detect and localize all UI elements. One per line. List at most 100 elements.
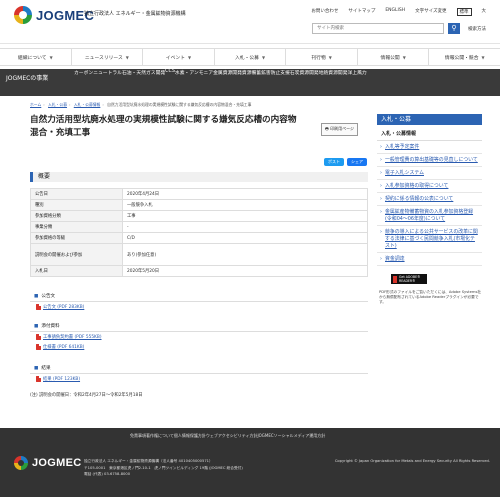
page-title: 自然力活用型坑廃水処理の実規模性試験に関する嫌気反応槽の内容物混合・充填工事 bbox=[30, 115, 297, 138]
business-link[interactable]: CCS bbox=[165, 69, 175, 76]
breadcrumb-sep: › bbox=[102, 102, 104, 107]
sidebar-item[interactable]: 資金調達 bbox=[377, 253, 482, 266]
breadcrumb-sep: › bbox=[43, 102, 45, 107]
print-button[interactable]: 🖶 印刷用ページ bbox=[321, 123, 358, 136]
bullet-icon: ■ bbox=[34, 294, 39, 299]
business-link[interactable]: カーボンニュートラル bbox=[74, 69, 122, 76]
logo-mark-icon bbox=[14, 456, 28, 470]
font-size-label: 文字サイズ変更 bbox=[415, 9, 447, 14]
magnifier-icon: ⚲ bbox=[451, 24, 457, 32]
table-row: 参加資格分類 工事 bbox=[30, 210, 368, 222]
business-link[interactable]: 水素・アンモニア bbox=[175, 69, 213, 76]
attachments-heading: ■ 添付資料 bbox=[30, 322, 368, 332]
reader-note: PDF形式のファイルをご覧いただくには、Adobe Systems社から無償配布… bbox=[379, 290, 482, 304]
font-size-standard[interactable]: 標準 bbox=[456, 8, 472, 16]
chevron-down-icon: ▼ bbox=[188, 55, 192, 60]
breadcrumb-home[interactable]: ホーム bbox=[30, 102, 41, 107]
sidebar-item[interactable]: 競争の導入による公共サービスの改革に関する法律に基づく民間競争入札(市場化テスト… bbox=[377, 226, 482, 253]
chevron-down-icon: ▼ bbox=[328, 55, 332, 60]
business-link[interactable]: 地熱資源開発 bbox=[319, 69, 348, 76]
chevron-down-icon: ▼ bbox=[402, 55, 406, 60]
table-row: 種別 一般競争入札 bbox=[30, 199, 368, 211]
sidebar-subheading[interactable]: 入札・公募情報 bbox=[377, 125, 482, 141]
business-link[interactable]: 金属資源開発 bbox=[213, 69, 242, 76]
sidebar-item[interactable]: 金属鉱産物備蓄物資の入札参加資格登録(令和04〜06年度)について bbox=[377, 206, 482, 226]
business-link[interactable]: 石炭資源開発 bbox=[290, 69, 319, 76]
utility-links: お問い合わせ サイトマップ ENGLISH 文字サイズ変更 標準 大 bbox=[311, 8, 486, 16]
chevron-down-icon: ▼ bbox=[481, 55, 485, 60]
sidebar-heading[interactable]: 入札・公募 bbox=[377, 114, 482, 125]
site-header: JOGMEC 独立行政法人 エネルギー・金属鉱物資源機構 お問い合わせ サイトマ… bbox=[0, 0, 500, 44]
gnav-disclosure[interactable]: 情報公開 ▼ bbox=[358, 49, 430, 65]
bullet-icon: ■ bbox=[34, 324, 39, 329]
facebook-share-button[interactable]: シェア bbox=[347, 158, 367, 166]
footer-link[interactable]: 著作権について bbox=[146, 433, 174, 439]
gnav-news[interactable]: ニュースリリース ▼ bbox=[72, 49, 144, 65]
sidebar: 入札・公募 入札・公募情報 入札等予定案件 一般管理費の算出基礎等の見直しについ… bbox=[377, 114, 482, 305]
search-input[interactable] bbox=[312, 23, 444, 34]
chevron-down-icon: ▼ bbox=[49, 55, 53, 60]
breadcrumb-bid-info[interactable]: 入札・公募情報 bbox=[74, 102, 101, 107]
gnav-competition[interactable]: 情報公開・競合 ▼ bbox=[429, 49, 500, 65]
global-nav: 組織について ▼ ニュースリリース ▼ イベント ▼ 入札・公募 ▼ 刊行物 ▼ 情報公開… bbox=[0, 48, 500, 66]
business-link[interactable]: 洋上風力 bbox=[348, 69, 367, 76]
sitemap-link[interactable]: サイトマップ bbox=[348, 8, 375, 16]
footer-logo[interactable]: JOGMEC bbox=[14, 456, 81, 470]
copyright: Copyright © Japan Organization for Metal… bbox=[334, 459, 490, 463]
pdf-icon bbox=[36, 304, 41, 310]
site-logo[interactable]: JOGMEC bbox=[14, 6, 94, 24]
business-link[interactable]: 鉱害防止支援 bbox=[261, 69, 290, 76]
note-text: (注) 説明会の開催日：令和2年4月27日～令和2年5月18日 bbox=[30, 393, 143, 398]
search-row: ⚲ 検索方法 bbox=[312, 23, 486, 34]
table-row: 参加資格の等級 C/D bbox=[30, 232, 368, 244]
footer-links: 免責事項 著作権について 個人情報保護方針 ウェブアクセシビリティ方針 JOGM… bbox=[130, 433, 325, 439]
search-button[interactable]: ⚲ bbox=[448, 23, 460, 34]
breadcrumb: ホーム › 入札・公募 › 入札・公募情報 › 自然力活用型坑廃水処理の実規模性試験に… bbox=[30, 102, 251, 108]
org-name: 独立行政法人 エネルギー・金属鉱物資源機構 bbox=[84, 11, 186, 17]
pdf-icon bbox=[36, 376, 41, 382]
sidebar-item[interactable]: 入札参加資格の取得について bbox=[377, 180, 482, 193]
business-link[interactable]: 資源備蓄 bbox=[242, 69, 261, 76]
business-link[interactable]: 石油・天然ガス開発 bbox=[122, 69, 165, 76]
footer-link[interactable]: JOGMECソーシャルメディア運用方針 bbox=[257, 433, 325, 439]
business-nav-links: カーボンニュートラル 石油・天然ガス開発 CCS 水素・アンモニア 金属資源開発… bbox=[74, 69, 500, 96]
adobe-reader-icon bbox=[393, 275, 398, 283]
x-post-button[interactable]: ポスト bbox=[324, 158, 344, 166]
logo-mark-icon bbox=[14, 6, 32, 24]
pdf-icon bbox=[36, 334, 41, 340]
contract-file-link[interactable]: 工事請負契約書 (PDF 555KB) bbox=[36, 334, 102, 340]
result-file-link[interactable]: 結果 (PDF 123KB) bbox=[36, 376, 80, 382]
table-row: 説明会の開催および参加 あり(参加任意) bbox=[30, 243, 368, 266]
breadcrumb-bid[interactable]: 入札・公募 bbox=[48, 102, 67, 107]
gnav-event[interactable]: イベント ▼ bbox=[143, 49, 215, 65]
footer-link[interactable]: ウェブアクセシビリティ方針 bbox=[206, 433, 258, 439]
gnav-about[interactable]: 組織について ▼ bbox=[0, 49, 72, 65]
table-row: 公告日 2020年4月24日 bbox=[30, 188, 368, 200]
sidebar-item[interactable]: 入札等予定案件 bbox=[377, 141, 482, 154]
adobe-reader-badge[interactable]: Get ADOBE® READER® bbox=[391, 274, 427, 284]
gnav-bid[interactable]: 入札・公募 ▼ bbox=[215, 49, 287, 65]
main-content: 自然力活用型坑廃水処理の実規模性試験に関する嫌気反応槽の内容物混合・充填工事 🖶… bbox=[30, 114, 368, 398]
english-link[interactable]: ENGLISH bbox=[385, 8, 405, 16]
sidebar-item[interactable]: 一般管理費の算出基礎等の見直しについて bbox=[377, 154, 482, 167]
chevron-down-icon: ▼ bbox=[261, 55, 266, 60]
table-row: 入札日 2020年5月20日 bbox=[30, 265, 368, 277]
result-heading: ■ 結果 bbox=[30, 364, 368, 374]
spec-file-link[interactable]: 仕様書 (PDF 641KB) bbox=[36, 344, 84, 350]
sidebar-item[interactable]: 契約に係る情報の公表について bbox=[377, 193, 482, 206]
font-size-large[interactable]: 大 bbox=[482, 8, 487, 16]
footer-link[interactable]: 個人情報保護方針 bbox=[174, 433, 206, 439]
summary-heading: 概要 bbox=[30, 172, 368, 182]
search-help-link[interactable]: 検索方法 bbox=[468, 26, 486, 32]
footer-link[interactable]: 免責事項 bbox=[130, 433, 146, 439]
share-buttons: ポスト シェア bbox=[324, 158, 367, 166]
summary-table: 公告日 2020年4月24日 種別 一般競争入札 参加資格分類 工事 事業分類 - 参加… bbox=[30, 188, 368, 277]
notice-file-link[interactable]: 公告文 (PDF 283KB) bbox=[36, 304, 84, 310]
notice-heading: ■ 公告文 bbox=[30, 292, 368, 302]
gnav-publications[interactable]: 刊行物 ▼ bbox=[286, 49, 358, 65]
table-row: 事業分類 - bbox=[30, 221, 368, 233]
contact-link[interactable]: お問い合わせ bbox=[311, 8, 338, 16]
sidebar-item[interactable]: 電子入札システム bbox=[377, 167, 482, 180]
chevron-down-icon: ▼ bbox=[125, 55, 129, 60]
site-footer: 免責事項 著作権について 個人情報保護方針 ウェブアクセシビリティ方針 JOGM… bbox=[0, 428, 500, 497]
